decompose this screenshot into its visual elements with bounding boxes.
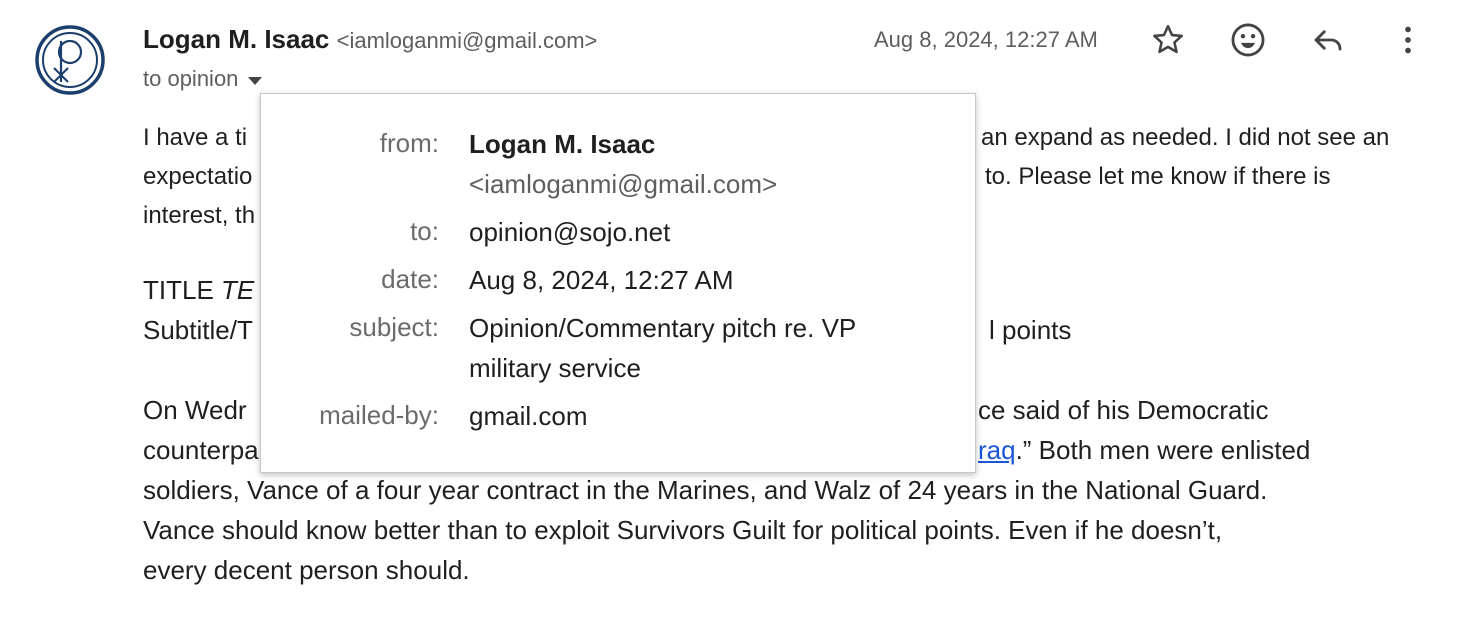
title-line: TITLE TE xyxy=(143,270,254,310)
title-italic: TE xyxy=(221,275,255,305)
article-link[interactable]: raq xyxy=(978,435,1016,465)
sender-line: Logan M. Isaac <iamloganmi@gmail.com> xyxy=(143,24,597,55)
body-text: Vance should know better than to exploit… xyxy=(143,515,1223,545)
body-text: ce said of his Democratic xyxy=(978,395,1269,425)
details-to-label: to: xyxy=(410,216,439,246)
sender-email: <iamloganmi@gmail.com> xyxy=(336,28,598,53)
body-text: expectatio xyxy=(143,163,253,190)
subtitle-text: Subtitle/T xyxy=(143,315,253,345)
body-text: I have a ti xyxy=(143,124,248,151)
more-options-button[interactable] xyxy=(1388,20,1428,60)
emoji-reaction-button[interactable] xyxy=(1228,20,1268,60)
details-from-label: from: xyxy=(379,128,439,158)
body-text: to. Please let me know if there is xyxy=(985,163,1331,190)
details-date-value: Aug 8, 2024, 12:27 AM xyxy=(469,265,734,295)
body-text: every decent person should. xyxy=(143,555,470,585)
more-vert-icon xyxy=(1405,26,1411,54)
details-mailedby-label: mailed-by: xyxy=(319,400,439,430)
details-mailedby-value: gmail.com xyxy=(469,401,588,431)
details-to-value: opinion@sojo.net xyxy=(469,217,671,247)
star-icon xyxy=(1153,24,1183,54)
caret-down-icon[interactable] xyxy=(248,77,263,85)
body-text: .” Both men were enlisted xyxy=(1015,435,1311,465)
details-from-email: <iamloganmi@gmail.com> xyxy=(469,169,778,199)
body-text: soldiers, Vance of a four year contract … xyxy=(143,475,1268,505)
details-date-label: date: xyxy=(381,264,439,294)
details-from-name: Logan M. Isaac xyxy=(469,129,656,159)
details-subject-label: subject: xyxy=(349,312,439,342)
body-text: an expand as needed. I did not see an xyxy=(981,124,1390,151)
body-text: On Wedr xyxy=(143,395,247,425)
title-prefix: TITLE xyxy=(143,275,222,305)
message-details-popup: from: Logan M. Isaac <iamloganmi@gmail.c… xyxy=(260,93,976,473)
message-date: Aug 8, 2024, 12:27 AM xyxy=(874,27,1098,52)
sender-name[interactable]: Logan M. Isaac xyxy=(143,24,329,54)
reply-icon xyxy=(1314,30,1342,51)
sender-avatar[interactable] xyxy=(34,24,106,96)
chi-rho-logo-icon xyxy=(35,25,105,95)
recipients-toggle[interactable]: to opinion xyxy=(143,66,263,92)
body-text-with-link: raq.” Both men were enlisted xyxy=(978,430,1310,470)
body-text: counterpa xyxy=(143,435,259,465)
emoji-icon xyxy=(1231,23,1265,57)
details-subject-value: Opinion/Commentary pitch re. VP military… xyxy=(469,313,856,383)
reply-button[interactable] xyxy=(1308,20,1348,60)
star-button[interactable] xyxy=(1148,20,1188,60)
recipients-text: to opinion xyxy=(143,66,239,91)
subtitle-text: l points xyxy=(989,315,1072,345)
body-text: interest, th xyxy=(143,202,256,229)
